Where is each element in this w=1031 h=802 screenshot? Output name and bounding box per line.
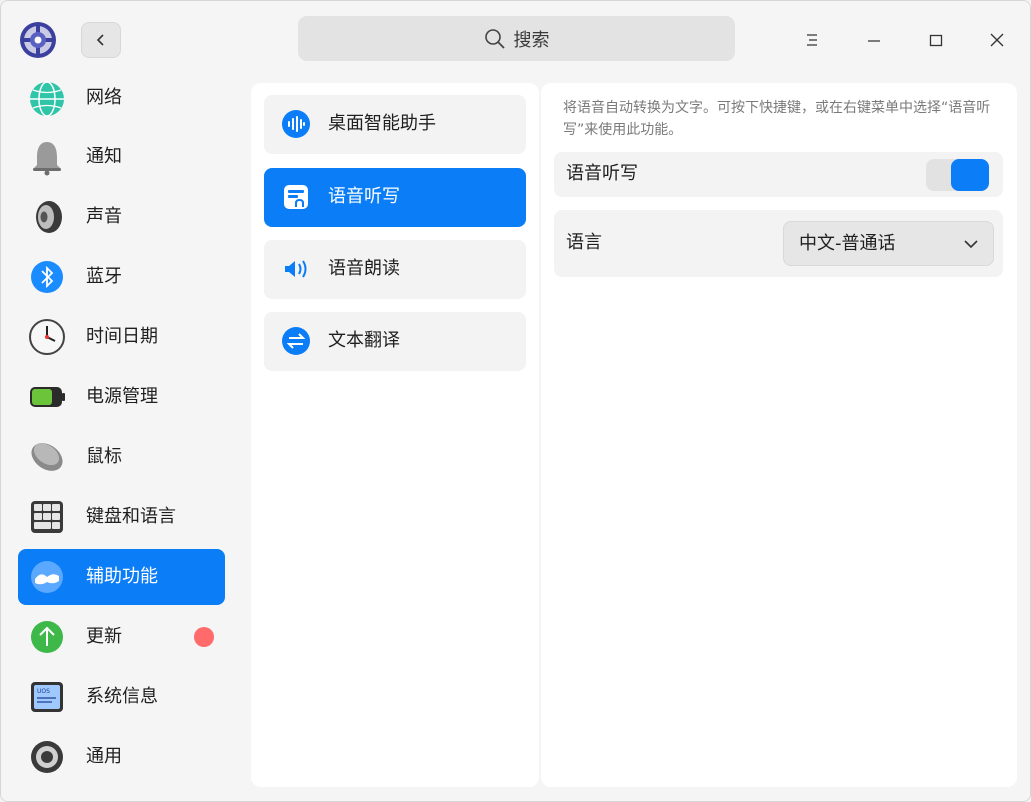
sidebar-item-notification[interactable]: 通知 [18, 129, 225, 185]
dictation-label: 语音听写 [566, 163, 638, 184]
speaker-icon [28, 198, 66, 236]
detail-panel: 将语音自动转换为文字。可按下快捷键，或在右键菜单中选择“语音听写”来使用此功能。… [541, 83, 1017, 787]
close-button[interactable] [979, 23, 1015, 57]
sub-item-dictation[interactable]: 语音听写 [264, 168, 526, 227]
read-aloud-icon [282, 255, 310, 283]
sidebar-item-label: 网络 [86, 87, 122, 108]
close-icon [990, 33, 1004, 47]
sidebar-item-bluetooth[interactable]: 蓝牙 [18, 249, 225, 305]
accessibility-icon [28, 558, 66, 596]
language-label: 语言 [566, 232, 602, 253]
sidebar-item-accessibility[interactable]: 辅助功能 [18, 549, 225, 605]
sub-item-label: 文本翻译 [328, 330, 400, 351]
back-button[interactable] [81, 22, 121, 58]
sidebar: 网络 通知 声音 蓝牙 时间日期 电源管理 鼠标 键盘和语言 辅助功能 更新 U… [1, 71, 241, 801]
svg-text:UOS: UOS [37, 688, 50, 695]
bell-icon [28, 138, 66, 176]
sidebar-item-network[interactable]: 网络 [18, 71, 225, 127]
system-info-icon: UOS [28, 678, 66, 716]
sidebar-item-label: 键盘和语言 [86, 506, 176, 527]
update-badge [194, 627, 214, 647]
mouse-icon [28, 438, 66, 476]
menu-icon [807, 34, 817, 46]
minimize-button[interactable] [856, 23, 892, 57]
search-input[interactable]: 搜索 [298, 16, 735, 61]
sidebar-item-datetime[interactable]: 时间日期 [18, 309, 225, 365]
keyboard-icon [28, 498, 66, 536]
sidebar-item-label: 通知 [86, 146, 122, 167]
dictation-description: 将语音自动转换为文字。可按下快捷键，或在右键菜单中选择“语音听写”来使用此功能。 [563, 100, 991, 138]
sidebar-item-label: 通用 [86, 746, 122, 767]
dictation-toggle[interactable] [926, 159, 989, 191]
sidebar-item-label: 蓝牙 [86, 266, 122, 287]
sidebar-item-sound[interactable]: 声音 [18, 189, 225, 245]
sidebar-item-label: 时间日期 [86, 326, 158, 347]
title-bar: 搜索 [1, 1, 1030, 71]
toggle-knob [951, 159, 989, 191]
sub-menu-panel: 桌面智能助手 语音听写 语音朗读 文本翻译 [251, 83, 539, 787]
sub-item-label: 语音听写 [328, 186, 400, 207]
chevron-left-icon [96, 34, 104, 46]
sidebar-item-label: 系统信息 [86, 686, 158, 707]
chevron-down-icon [964, 240, 978, 249]
minimize-icon [868, 40, 880, 42]
dictation-icon [282, 183, 310, 211]
sidebar-item-general[interactable]: 通用 [18, 729, 225, 785]
translate-icon [282, 327, 310, 355]
sidebar-item-power[interactable]: 电源管理 [18, 369, 225, 425]
sub-item-translate[interactable]: 文本翻译 [264, 312, 526, 371]
maximize-icon [929, 34, 943, 47]
sidebar-item-label: 声音 [86, 206, 122, 227]
sidebar-item-keyboard[interactable]: 键盘和语言 [18, 489, 225, 545]
sub-item-desktop-assistant[interactable]: 桌面智能助手 [264, 95, 526, 154]
dictation-row: 语音听写 [554, 152, 1003, 197]
maximize-button[interactable] [918, 23, 954, 57]
sidebar-item-label: 更新 [86, 626, 122, 647]
sub-item-label: 桌面智能助手 [328, 113, 436, 134]
settings-logo-icon [19, 21, 57, 59]
sidebar-item-mouse[interactable]: 鼠标 [18, 429, 225, 485]
settings-window: 搜索 网络 通知 声音 蓝牙 时间日期 电源管理 鼠标 键盘和语言 辅助功能 更… [0, 0, 1031, 802]
sidebar-item-label: 电源管理 [86, 386, 158, 407]
search-icon [484, 28, 505, 49]
battery-icon [28, 378, 66, 416]
general-icon [28, 738, 66, 776]
sidebar-item-update[interactable]: 更新 [18, 609, 225, 665]
sub-item-label: 语音朗读 [328, 258, 400, 279]
voice-wave-icon [282, 110, 310, 138]
sidebar-item-system-info[interactable]: UOS 系统信息 [18, 669, 225, 725]
sidebar-item-label: 辅助功能 [86, 566, 158, 587]
menu-button[interactable] [794, 23, 830, 57]
bluetooth-icon [28, 258, 66, 296]
sidebar-item-label: 鼠标 [86, 446, 122, 467]
update-icon [28, 618, 66, 656]
language-row: 语言 中文-普通话 [554, 210, 1003, 277]
language-select[interactable]: 中文-普通话 [783, 221, 994, 266]
network-icon [28, 80, 66, 118]
search-placeholder: 搜索 [513, 29, 550, 51]
language-select-value: 中文-普通话 [799, 233, 896, 254]
clock-icon [28, 318, 66, 356]
sub-item-read-aloud[interactable]: 语音朗读 [264, 240, 526, 299]
